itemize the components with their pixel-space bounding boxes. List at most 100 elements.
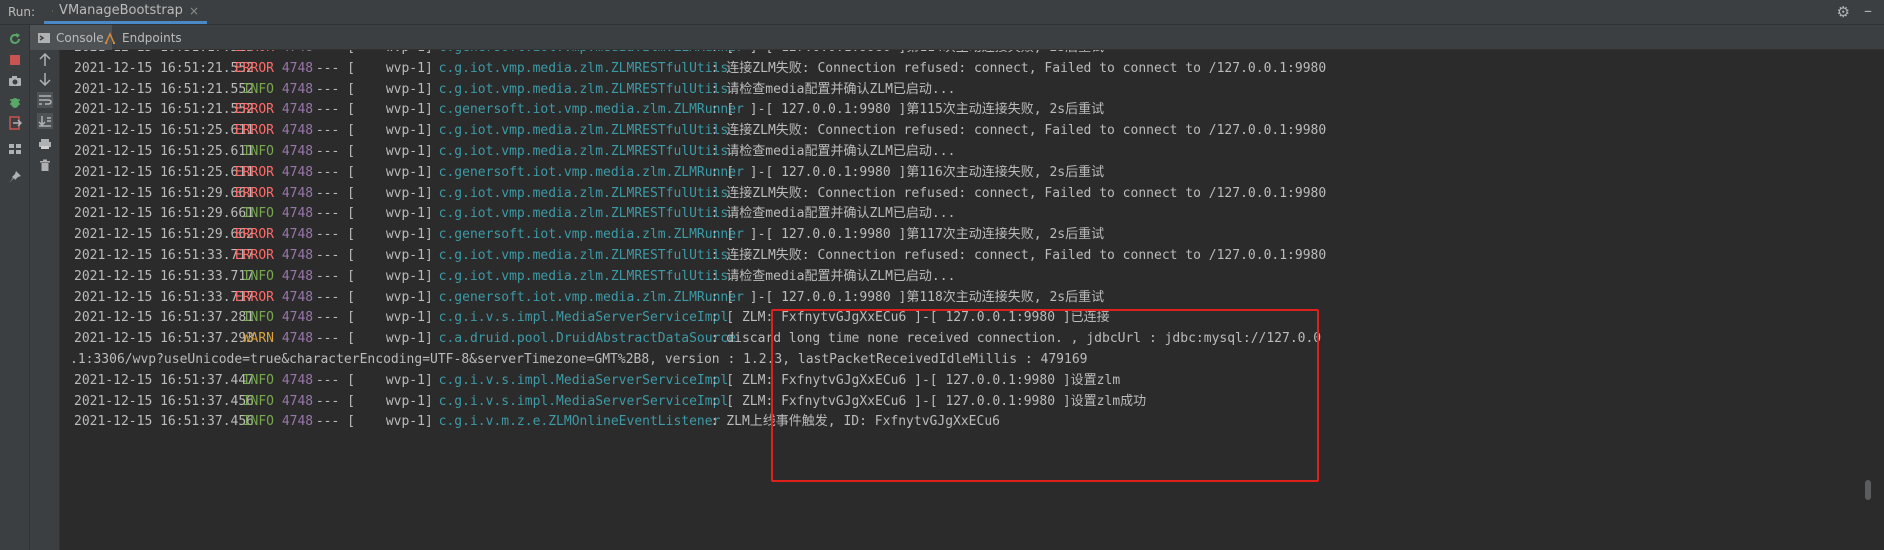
log-level: INFO — [242, 310, 274, 326]
log-thread: wvp-1] — [385, 393, 433, 409]
log-separator: --- [ — [315, 227, 355, 243]
gear-icon[interactable]: ⚙ — [1837, 3, 1850, 21]
print-icon[interactable] — [37, 136, 53, 152]
close-tab-icon[interactable]: × — [189, 4, 199, 18]
log-logger: c.g.i.v.s.impl.MediaServerServiceImpl — [438, 372, 729, 388]
log-thread: wvp-1] — [385, 414, 433, 430]
log-separator: --- [ — [315, 123, 355, 139]
log-logger: c.g.iot.vmp.media.zlm.ZLMRESTfulUtils — [438, 123, 729, 139]
log-thread: wvp-1] — [385, 164, 433, 180]
log-pid: 4748 — [281, 60, 314, 76]
soft-wrap-icon[interactable] — [37, 92, 53, 108]
log-pid: 4748 — [281, 331, 314, 347]
console-output[interactable]: 2021-12-15 16:51:37.456INFO 4748 --- [wvp… — [60, 50, 1874, 550]
log-separator: --- [ — [315, 289, 355, 305]
log-message: : [ ]-[ 127.0.0.1:9980 ]第118次主动连接失败, 2s后… — [710, 289, 1105, 305]
log-separator: --- [ — [315, 310, 355, 326]
log-level: ERROR — [234, 185, 274, 201]
trash-icon[interactable] — [37, 157, 53, 173]
console-tab-bar: Console Endpoints — [30, 25, 1884, 50]
log-separator: --- [ — [315, 372, 355, 388]
log-timestamp: 2021-12-15 16:51:29.662 — [74, 227, 255, 243]
log-level: INFO — [242, 206, 274, 222]
console-line: 2021-12-15 16:51:29.661INFO 4748 --- [wvp… — [74, 203, 955, 224]
log-timestamp: 2021-12-15 16:51:25.611 — [74, 144, 255, 159]
layout-icon[interactable] — [7, 141, 23, 157]
log-thread: wvp-1] — [385, 268, 433, 284]
log-timestamp: 2021-12-15 16:51:37.456 — [74, 414, 255, 430]
log-logger: c.g.iot.vmp.media.zlm.ZLMRESTfulUtils — [438, 206, 729, 222]
log-pid: 4748 — [281, 268, 314, 284]
log-pid: 4748 — [281, 414, 314, 430]
run-tab-title: VManageBootstrap — [59, 3, 183, 18]
console-line: 2021-12-15 16:51:25.611ERROR 4748 --- [wv… — [74, 120, 1326, 141]
log-message: : 请检查media配置并确认ZLM已启动... — [710, 81, 956, 97]
console-line: 2021-12-15 16:51:17.515ERROR 4748--- [wv… — [74, 50, 1104, 58]
console-line: 2021-12-15 16:51:33.717ERROR 4748 --- [wv… — [74, 245, 1326, 266]
log-logger: c.genersoft.iot.vmp.media.zlm.ZLMRunner — [438, 102, 744, 118]
log-logger: c.g.i.v.s.impl.MediaServerServiceImpl — [438, 310, 729, 326]
tab-endpoints-label: Endpoints — [122, 30, 182, 45]
console-line: 2021-12-15 16:51:21.552ERROR 4748 --- [wv… — [74, 58, 1326, 79]
console-line: 2021-12-15 16:51:33.717INFO 4748 --- [wvp… — [74, 266, 955, 287]
camera-icon[interactable] — [7, 73, 23, 89]
log-logger: c.genersoft.iot.vmp.media.zlm.ZLMRunner — [438, 164, 744, 180]
debug-icon[interactable] — [7, 94, 23, 110]
log-separator: --- [ — [315, 185, 355, 201]
log-message: : [ ]-[ 127.0.0.1:9980 ]第116次主动连接失败, 2s后… — [710, 164, 1105, 180]
log-logger: c.g.i.v.m.z.e.ZLMOnlineEventListener — [438, 414, 721, 430]
minimize-icon[interactable]: – — [1864, 1, 1872, 20]
console-line: 2021-12-15 16:51:21.552INFO 4748 --- [wvp… — [74, 79, 955, 100]
run-config-tab[interactable]: VManageBootstrap × — [44, 0, 207, 24]
log-thread: wvp-1] — [385, 248, 433, 263]
log-message: : 连接ZLM失败: Connection refused: connect, … — [710, 123, 1327, 139]
log-thread: wvp-1] — [385, 310, 433, 326]
log-level: INFO — [242, 81, 274, 97]
log-level: ERROR — [234, 50, 274, 58]
log-pid: 4748 — [281, 310, 314, 326]
log-level: ERROR — [234, 123, 274, 139]
log-message: : 连接ZLM失败: Connection refused: connect, … — [710, 185, 1327, 201]
log-separator: --- [ — [315, 206, 355, 222]
log-pid: 4748 — [281, 123, 314, 139]
log-pid: 4748 — [282, 50, 316, 58]
log-timestamp: 2021-12-15 16:51:37.456 — [74, 393, 255, 409]
log-level: WARN — [242, 331, 274, 347]
log-separator: --- [ — [315, 144, 355, 159]
stop-icon[interactable] — [7, 52, 23, 68]
log-level: INFO — [242, 268, 274, 284]
rerun-icon[interactable] — [7, 31, 23, 47]
log-message: : 连接ZLM失败: Connection refused: connect, … — [710, 248, 1327, 263]
console-icon — [38, 32, 50, 43]
scrollbar-thumb[interactable] — [1865, 480, 1871, 500]
log-logger: c.g.iot.vmp.media.zlm.ZLMRESTfulUtils — [438, 60, 729, 76]
log-pid: 4748 — [281, 81, 314, 97]
log-separator: --- [ — [315, 248, 355, 263]
log-level: ERROR — [234, 289, 274, 305]
log-logger: c.g.i.v.s.impl.MediaServerServiceImpl — [438, 393, 729, 409]
log-pid: 4748 — [281, 393, 314, 409]
log-pid: 4748 — [281, 372, 314, 388]
tab-endpoints[interactable]: Endpoints — [96, 25, 190, 50]
log-timestamp: 2021-12-15 16:51:33.717 — [74, 289, 255, 305]
exit-icon[interactable] — [7, 115, 23, 131]
scroll-to-end-icon[interactable] — [37, 113, 53, 129]
log-logger: c.genersoft.iot.vmp.media.zlm.ZLMRunner — [438, 289, 744, 305]
log-level: INFO — [242, 144, 274, 159]
log-logger: c.g.iot.vmp.media.zlm.ZLMRESTfulUtils — [438, 268, 729, 284]
log-timestamp: 2021-12-15 16:51:25.611 — [74, 164, 255, 180]
log-message: : [ ]-[ 127.0.0.1:9980 ]第115次主动连接失败, 2s后… — [710, 102, 1105, 118]
log-pid: 4748 — [281, 164, 314, 180]
arrow-up-icon[interactable] — [37, 52, 53, 68]
log-pid: 4748 — [281, 206, 314, 222]
log-pid: 4748 — [281, 248, 314, 263]
arrow-down-icon[interactable] — [37, 71, 53, 87]
log-separator: --- [ — [316, 50, 386, 58]
endpoints-icon — [104, 31, 116, 44]
console-line: 2021-12-15 16:51:21.552ERROR 4748 --- [wv… — [74, 99, 1104, 120]
log-message: : 请检查media配置并确认ZLM已启动... — [710, 268, 956, 284]
run-toolwindow-header: Run: VManageBootstrap × ⚙ – — [0, 0, 1884, 25]
log-thread: wvp-1] — [385, 144, 433, 159]
log-separator: --- [ — [315, 81, 355, 97]
pin-icon[interactable] — [7, 169, 23, 185]
